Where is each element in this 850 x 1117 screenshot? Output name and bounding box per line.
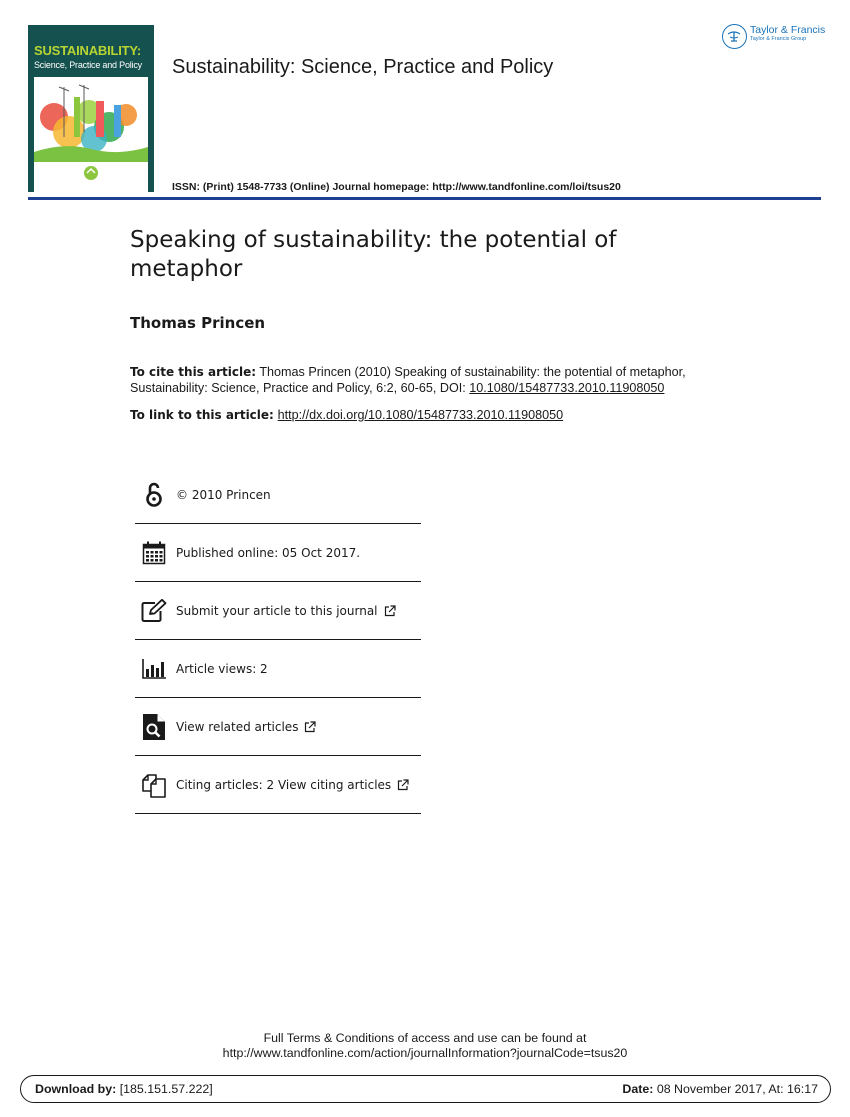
article-link: To link to this article: http://dx.doi.o…: [130, 408, 563, 422]
journal-cover: SUSTAINABILITY: Science, Practice and Po…: [28, 25, 154, 192]
publisher-group: Taylor & Francis Group: [750, 36, 807, 42]
info-label: Article views: 2: [176, 661, 268, 676]
bar-chart-icon: [141, 655, 167, 683]
issn-line[interactable]: ISSN: (Print) 1548-7733 (Online) Journal…: [172, 181, 621, 193]
external-link-icon: [304, 720, 317, 733]
citation-doi-link[interactable]: 10.1080/15487733.2010.11908050: [469, 381, 664, 395]
info-item-published: Published online: 05 Oct 2017.: [135, 524, 421, 582]
publisher-name: Taylor & Francis: [750, 24, 826, 36]
search-document-icon: [141, 713, 167, 741]
info-item-related[interactable]: View related articles: [135, 698, 421, 756]
date-label: Date:: [622, 1082, 654, 1096]
article-title: Speaking of sustainability: the potentia…: [130, 227, 617, 282]
cover-publisher-mark: Taylor & Francis: [113, 173, 142, 178]
cover-title: SUSTAINABILITY:: [34, 43, 142, 58]
calendar-icon: [141, 539, 167, 567]
download-date: Date: 08 November 2017, At: 16:17: [622, 1082, 818, 1096]
journal-title: Sustainability: Science, Practice and Po…: [172, 56, 554, 78]
info-label: Published online: 05 Oct 2017.: [176, 545, 361, 560]
info-label: Submit your article to this journal: [176, 603, 378, 618]
article-link-url[interactable]: http://dx.doi.org/10.1080/15487733.2010.…: [278, 408, 563, 422]
terms-link[interactable]: http://www.tandfonline.com/action/journa…: [0, 1046, 850, 1061]
citation-label: To cite this article:: [130, 365, 257, 379]
info-label: © 2010 Princen: [176, 487, 271, 502]
external-link-icon: [397, 778, 409, 791]
edit-icon: [141, 597, 167, 625]
info-item-license: © 2010 Princen: [135, 466, 421, 524]
download-label: Download by:: [35, 1082, 117, 1096]
article-author: Thomas Princen: [130, 314, 266, 332]
info-label: Citing articles: 2 View citing articles: [176, 777, 392, 792]
download-value: [185.151.57.222]: [119, 1082, 213, 1096]
article-link-label: To link to this article:: [130, 408, 274, 422]
citing-documents-icon: [141, 771, 167, 799]
terms-line-1: Full Terms & Conditions of access and us…: [263, 1031, 587, 1045]
citation: To cite this article: Thomas Princen (20…: [130, 364, 730, 396]
info-item-submit[interactable]: Submit your article to this journal: [135, 582, 421, 640]
info-label: View related articles: [176, 719, 299, 734]
header-divider: [28, 197, 821, 200]
open-access-icon: [141, 481, 167, 509]
publisher-logo[interactable]: Taylor & Francis Taylor & Francis Group: [722, 24, 825, 49]
info-item-views: Article views: 2: [135, 640, 421, 698]
download-by: Download by: [185.151.57.222]: [35, 1082, 213, 1096]
article-info-list: © 2010 Princen Published online: 05 Oct …: [135, 466, 421, 814]
info-item-citing[interactable]: Citing articles: 2 View citing articles: [135, 756, 421, 814]
external-link-icon: [384, 604, 396, 617]
date-value: 08 November 2017, At: 16:17: [656, 1082, 818, 1096]
cover-subtitle: Science, Practice and Policy: [34, 60, 142, 70]
terms-notice: Full Terms & Conditions of access and us…: [0, 1031, 850, 1061]
publisher-logo-icon: [722, 24, 747, 49]
download-info-bar: Download by: [185.151.57.222] Date: 08 N…: [20, 1075, 831, 1103]
